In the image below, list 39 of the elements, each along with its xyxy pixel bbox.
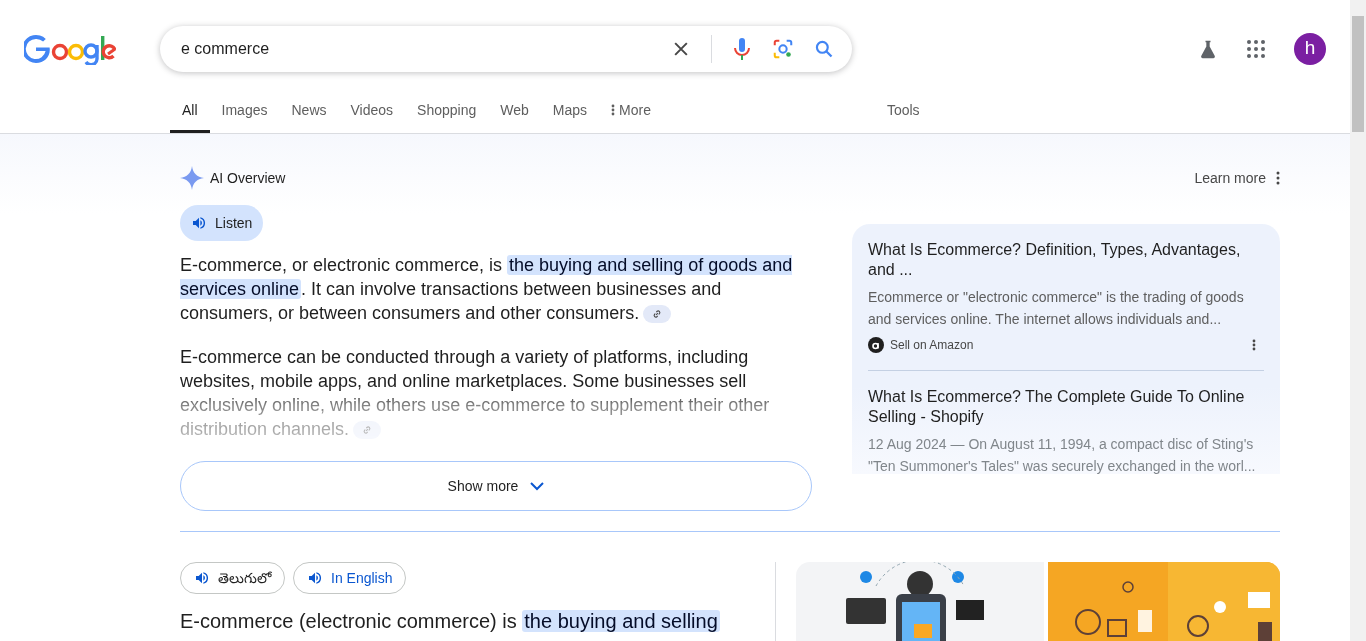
flask-icon[interactable] — [1198, 38, 1218, 59]
tab[interactable]: Web — [488, 96, 541, 133]
listen-button[interactable]: Listen — [180, 205, 264, 241]
logo[interactable] — [24, 32, 116, 65]
answer-text: E-commerce (electronic commerce) is the buying and selling — [180, 609, 721, 634]
speaker-icon — [194, 570, 210, 586]
source-title-link[interactable]: What Is Ecommerce? Definition, Types, Advantages, and ... — [868, 240, 1264, 280]
tools-button[interactable]: Tools — [874, 96, 932, 133]
source-snippet: 12 Aug 2024 — On August 11, 1994, a compact disc of Sting's "Ten Summoner's Tales" was securely exchanged in the worl... — [868, 435, 1257, 476]
sparkle-icon — [180, 166, 204, 190]
show-more-button[interactable]: Show more — [180, 461, 812, 511]
tab[interactable]: Shopping — [405, 96, 489, 133]
source-site-name: Sell on Amazon — [890, 337, 974, 354]
search-field[interactable]: e commerce — [160, 25, 852, 72]
ai-overview-title: AI Overview — [210, 168, 286, 188]
tab[interactable]: Maps — [540, 96, 599, 133]
chevron-down-icon — [530, 481, 545, 491]
camera-search-icon[interactable] — [772, 37, 794, 60]
more-options-icon[interactable] — [1276, 171, 1280, 185]
overview-paragraph: E-commerce, or electronic commerce, is the buying and selling of goods and services online. It can involve transactions between businesses and consumers, or between consumers and other consumers. — [180, 254, 794, 325]
tab[interactable]: More — [599, 96, 663, 133]
more-options-icon[interactable] — [1252, 339, 1256, 351]
speaker-icon — [191, 215, 207, 231]
microphone-icon[interactable] — [732, 36, 752, 61]
learn-more-link[interactable]: Learn more — [1194, 167, 1266, 189]
tab[interactable]: News — [279, 96, 339, 133]
search-icon[interactable] — [814, 38, 834, 59]
scrollbar[interactable] — [1350, 0, 1366, 641]
more-icon — [611, 104, 615, 116]
tab[interactable]: Videos — [338, 96, 406, 133]
apps-icon[interactable] — [1246, 38, 1266, 59]
source-snippet: Ecommerce or "electronic commerce" is the trading of goods and services online. The internet allows individuals and... — [868, 288, 1245, 329]
avatar[interactable]: h — [1294, 32, 1326, 65]
source-title-link[interactable]: What Is Ecommerce? The Complete Guide To Online Selling - Shopify — [868, 387, 1264, 427]
overview-paragraph: E-commerce can be conducted through a variety of platforms, including websites, mobile apps, and online marketplaces. Some businesses sell exclusively online, while others use e-commerce to supplement their other distribution channels. — [180, 346, 771, 441]
tab[interactable]: Images — [209, 96, 280, 133]
source-link-icon[interactable] — [643, 305, 672, 324]
speaker-icon — [307, 570, 323, 586]
site-logo-icon — [868, 337, 884, 353]
